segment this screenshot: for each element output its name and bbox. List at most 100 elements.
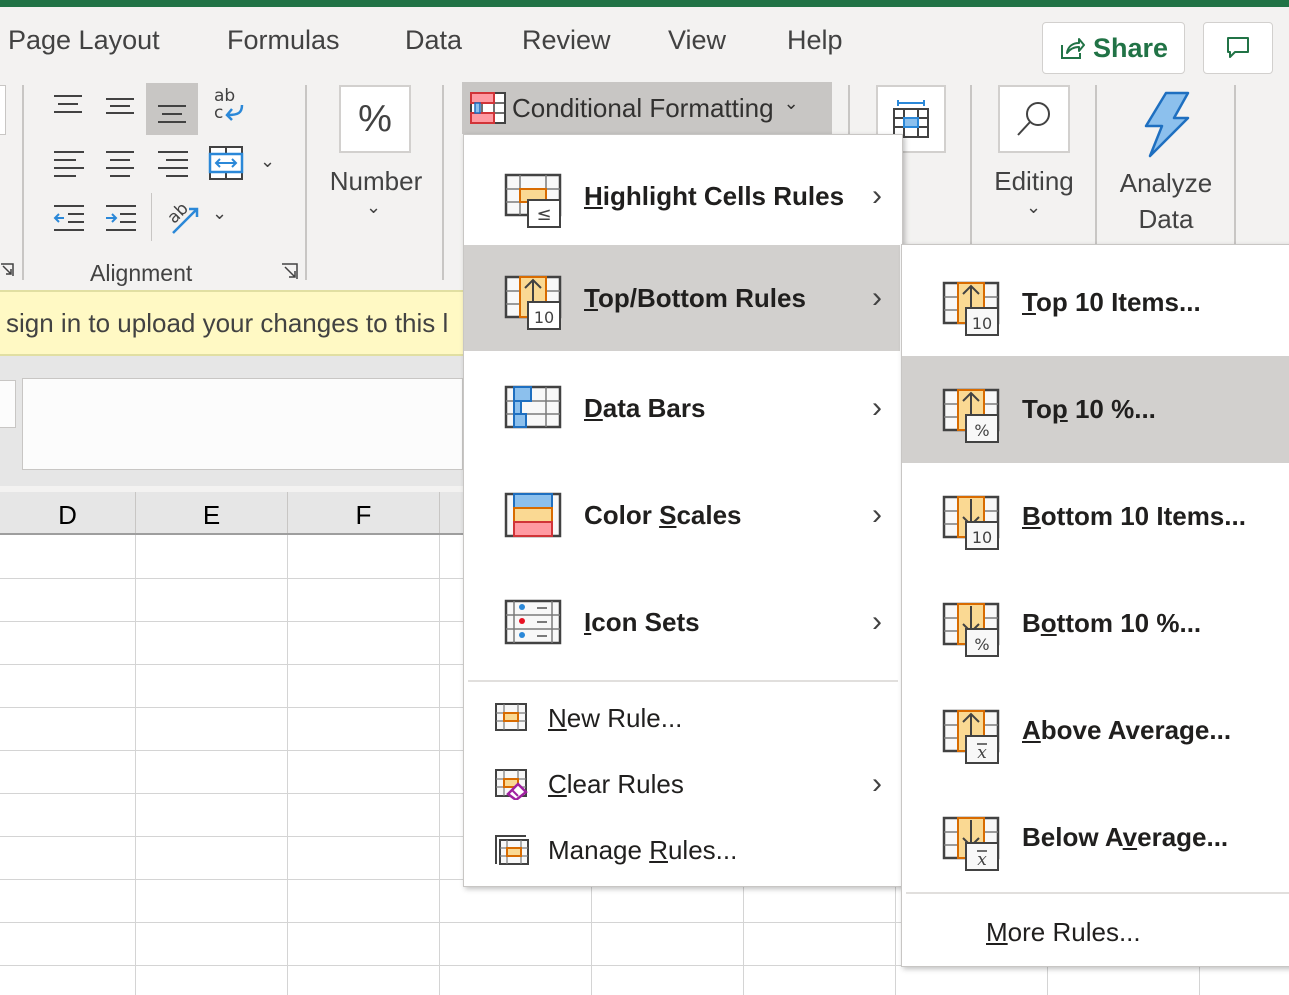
cf-menu-action-manage-rules[interactable]: Manage Rules...: [464, 819, 900, 881]
cf-menu-item-highlight-cells-rules[interactable]: ≤ Highlight Cells Rules ›: [464, 143, 900, 249]
cf-menu-action-new-rule[interactable]: New Rule...: [464, 687, 900, 749]
decrease-indent-icon: [53, 205, 84, 231]
merge-center-icon: [208, 146, 244, 180]
submenu-item-bottom-10-items[interactable]: 10 Bottom 10 Items...: [902, 463, 1289, 570]
chevron-right-icon: ›: [872, 391, 882, 424]
ribbon-tab-row: Page Layout Formulas Data Review View He…: [0, 7, 1289, 75]
lightning-icon: [1144, 91, 1190, 158]
grid-column-line: [135, 535, 136, 995]
separator: [848, 85, 850, 135]
svg-text:≤: ≤: [536, 204, 551, 225]
icon-sets-icon: [504, 599, 564, 660]
align-right-button[interactable]: [150, 141, 194, 185]
top-rule-icon: x: [942, 709, 1002, 770]
align-left-button[interactable]: [46, 141, 90, 185]
decrease-indent-button[interactable]: [46, 195, 90, 239]
cf-menu-item-data-bars[interactable]: Data Bars ›: [464, 355, 900, 461]
share-button[interactable]: Share: [1042, 22, 1185, 74]
submenu-item-label: Below Average...: [1022, 822, 1229, 852]
chevron-right-icon: ›: [872, 281, 882, 314]
orientation-icon: ab: [164, 199, 199, 234]
menu-separator: [906, 892, 1289, 894]
cf-menu-action-label: Clear Rules: [548, 768, 684, 799]
conditional-formatting-button[interactable]: Conditional Formatting ⌄: [462, 82, 832, 134]
title-bar-accent: [0, 0, 1289, 7]
data-bars-icon: [504, 385, 564, 446]
separator: [151, 193, 152, 241]
tab-review[interactable]: Review: [522, 25, 611, 56]
more-rules-item[interactable]: More Rules...: [902, 900, 1289, 965]
tab-view[interactable]: View: [668, 25, 726, 56]
cf-menu-action-clear-rules[interactable]: Clear Rules ›: [464, 753, 900, 815]
font-dialog-launcher-icon[interactable]: [0, 263, 14, 277]
svg-text:x: x: [977, 850, 987, 870]
number-group-label: Number: [329, 166, 423, 196]
cf-menu-item-color-scales[interactable]: Color Scales ›: [464, 462, 900, 568]
column-header-f[interactable]: F: [288, 492, 440, 533]
submenu-item-top-10-items[interactable]: 10 Top 10 Items...: [902, 249, 1289, 356]
orientation-button[interactable]: ab: [160, 195, 206, 239]
formula-bar-area: [0, 356, 463, 486]
svg-text:10: 10: [972, 528, 992, 547]
menu-separator: [468, 680, 898, 682]
cf-menu-item-icon-sets[interactable]: Icon Sets ›: [464, 569, 900, 675]
comments-button[interactable]: [1203, 22, 1273, 74]
formula-input[interactable]: [22, 378, 463, 470]
manage-rules-icon: [494, 834, 530, 871]
merge-dropdown-chevron-icon[interactable]: ⌄: [260, 151, 275, 172]
tab-help[interactable]: Help: [787, 25, 843, 56]
chevron-right-icon: ›: [872, 498, 882, 531]
analyze-data-button[interactable]: [1120, 87, 1212, 161]
increase-indent-button[interactable]: [98, 195, 142, 239]
tab-page-layout[interactable]: Page Layout: [8, 25, 160, 56]
cf-menu-item-top-bottom-rules[interactable]: 10 Top/Bottom Rules ›: [464, 245, 900, 351]
merge-center-button[interactable]: [204, 141, 248, 185]
wrap-text-button[interactable]: ab c: [206, 83, 250, 127]
separator: [1234, 85, 1236, 255]
font-size-box-edge[interactable]: [0, 85, 6, 135]
editing-button[interactable]: [998, 85, 1070, 153]
svg-text:c: c: [214, 103, 223, 123]
name-box[interactable]: [0, 380, 16, 428]
new-rule-icon: [494, 702, 528, 737]
grid-column-line: [439, 535, 440, 995]
submenu-item-above-average[interactable]: x Above Average...: [902, 677, 1289, 784]
svg-text:10: 10: [534, 308, 554, 327]
column-header-e[interactable]: E: [136, 492, 288, 533]
alignment-dialog-launcher-icon[interactable]: [281, 263, 299, 281]
top-bottom-rules-icon: 10: [504, 275, 564, 336]
cf-menu-item-label: Color Scales: [584, 499, 742, 530]
submenu-item-bottom-10[interactable]: % Bottom 10 %...: [902, 570, 1289, 677]
separator: [442, 85, 444, 280]
share-icon: [1060, 38, 1085, 59]
number-dropdown-chevron-icon[interactable]: ⌄: [366, 197, 381, 218]
submenu-item-label: Above Average...: [1022, 715, 1232, 745]
align-center-icon: [106, 151, 134, 177]
chevron-right-icon: ›: [872, 767, 882, 800]
number-format-button[interactable]: %: [339, 85, 411, 153]
bottom-rule-icon: x: [942, 816, 1002, 877]
percent-icon: %: [358, 97, 392, 140]
color-scales-icon: [504, 492, 564, 553]
tab-data[interactable]: Data: [405, 25, 462, 56]
top-rule-icon: 10: [942, 281, 1002, 342]
middle-align-button[interactable]: [98, 83, 142, 127]
middle-align-icon: [106, 98, 134, 114]
editing-dropdown-chevron-icon[interactable]: ⌄: [1026, 197, 1041, 218]
orientation-dropdown-chevron-icon[interactable]: ⌄: [212, 203, 227, 224]
svg-text:ab: ab: [164, 199, 193, 228]
increase-indent-icon: [106, 205, 136, 231]
top-rule-icon: %: [942, 388, 1002, 449]
analyze-data-label: Analyze Data: [1119, 168, 1213, 234]
cf-menu-action-label: Manage Rules...: [548, 834, 738, 865]
tab-formulas[interactable]: Formulas: [227, 25, 340, 56]
submenu-item-top-10[interactable]: % Top 10 %...: [902, 356, 1289, 463]
align-center-button[interactable]: [98, 141, 142, 185]
column-header-d[interactable]: D: [0, 492, 136, 533]
top-align-button[interactable]: [46, 83, 90, 127]
cf-menu-action-label: New Rule...: [548, 702, 683, 733]
submenu-item-below-average[interactable]: x Below Average...: [902, 784, 1289, 891]
share-label: Share: [1092, 32, 1169, 63]
submenu-item-label: Bottom 10 %...: [1022, 608, 1202, 638]
bottom-align-button[interactable]: [146, 83, 198, 135]
